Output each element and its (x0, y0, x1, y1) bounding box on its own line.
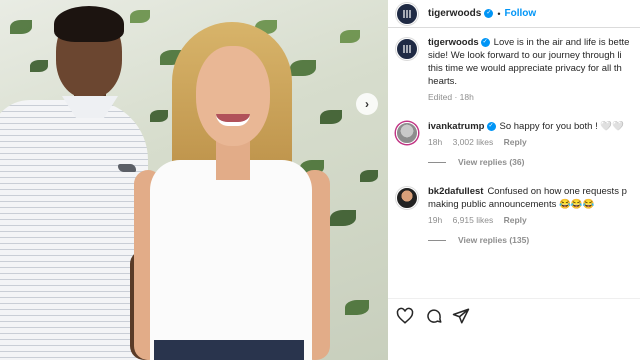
post-author-username[interactable]: tigerwoods (428, 8, 481, 19)
view-replies-button[interactable]: View replies (135) (428, 235, 640, 245)
chevron-right-icon[interactable]: › (356, 93, 378, 115)
instagram-post-view: › tigerwoods ✓ • Follow tigerwoods ✓ Lov… (0, 0, 640, 360)
verified-badge-icon: ✓ (480, 37, 490, 47)
comments-list: tigerwoods ✓ Love is in the air and life i… (388, 36, 640, 245)
woman-figure (130, 0, 350, 360)
caption-line: side! We look forward to our journey thr… (428, 50, 622, 61)
view-replies-label: View replies (135) (458, 235, 530, 245)
comment-icon[interactable] (425, 307, 443, 325)
caption-line: this time we would appreciate privacy fo… (428, 63, 622, 74)
comment-username[interactable]: bk2dafullest (428, 186, 483, 197)
avatar[interactable] (396, 2, 418, 25)
heart-icon[interactable] (396, 307, 414, 325)
caption-line: Love is in the air and life is bette (493, 37, 630, 48)
comment-likes[interactable]: 3,002 likes (453, 137, 494, 147)
avatar[interactable] (396, 38, 418, 60)
avatar[interactable] (396, 122, 418, 144)
post-header: tigerwoods ✓ • Follow (388, 0, 640, 28)
view-replies-button[interactable]: View replies (36) (428, 157, 640, 167)
comment-username[interactable]: ivankatrump (428, 121, 485, 132)
view-replies-label: View replies (36) (458, 157, 525, 167)
post-side-panel: tigerwoods ✓ • Follow tigerwoods ✓ Love is… (388, 0, 640, 360)
paper-plane-icon[interactable] (452, 307, 470, 325)
comment-item: ivankatrump ✓ So happy for you both ! 🤍🤍 1… (388, 120, 640, 167)
comment-time: 19h (428, 215, 443, 225)
caption-username[interactable]: tigerwoods (428, 37, 479, 48)
post-photo[interactable]: › (0, 0, 388, 360)
post-actions-bar (388, 298, 640, 360)
reply-button[interactable]: Reply (504, 137, 527, 147)
avatar[interactable] (396, 187, 418, 209)
comment-time: 18h (428, 137, 443, 147)
comment-text: So happy for you both ! 🤍🤍 (499, 121, 625, 132)
profile-logo-icon (403, 45, 411, 53)
caption: tigerwoods ✓ Love is in the air and life i… (388, 36, 640, 102)
comment-text: making public announcements 😂😂😂 (428, 199, 595, 210)
comment-text: Confused on how one requests p (487, 186, 627, 197)
caption-line: hearts. (428, 76, 458, 87)
verified-badge-icon: ✓ (486, 121, 496, 131)
comment-likes[interactable]: 6,915 likes (453, 215, 494, 225)
comment-item: bk2dafullest Confused on how one requests… (388, 185, 640, 245)
profile-logo-icon (403, 9, 411, 18)
verified-badge-icon: ✓ (484, 9, 494, 18)
follow-button[interactable]: Follow (505, 8, 537, 19)
caption-edited: Edited · 18h (428, 92, 474, 102)
separator-dot: • (497, 8, 501, 19)
reply-button[interactable]: Reply (504, 215, 527, 225)
